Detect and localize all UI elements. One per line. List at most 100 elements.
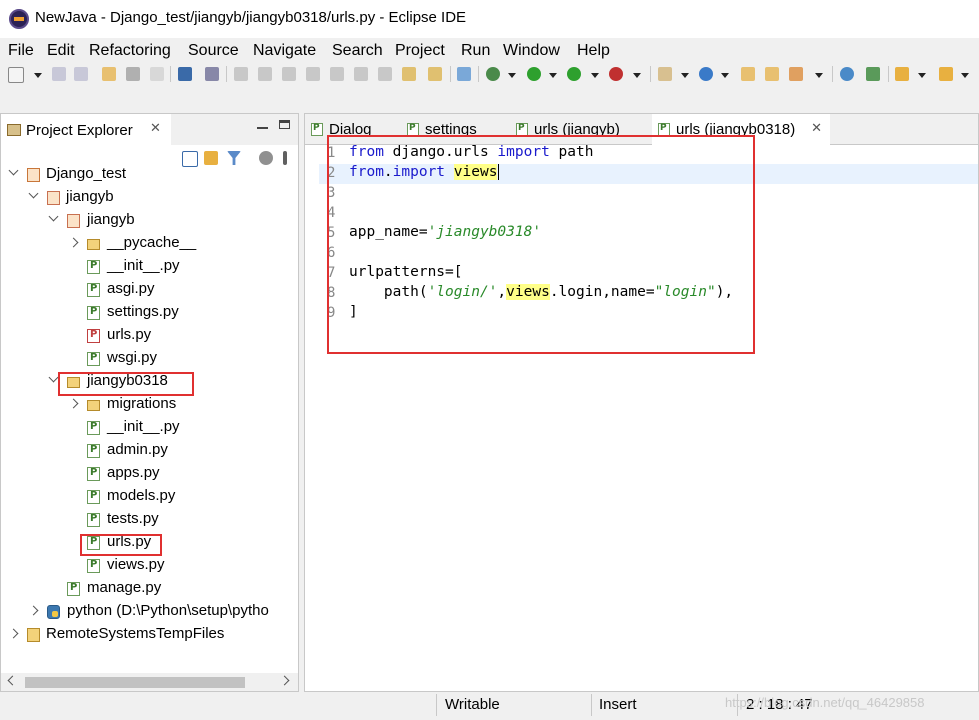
- watermark: https://blog.csdn.net/qq_46429858: [725, 695, 925, 710]
- new-project-icon[interactable]: [658, 67, 672, 81]
- tree-item[interactable]: settings.py: [1, 302, 298, 324]
- new-package-icon[interactable]: [699, 67, 713, 81]
- chevron-right-icon[interactable]: [68, 237, 79, 248]
- chevron-right-icon[interactable]: [8, 628, 19, 639]
- console-icon[interactable]: [178, 67, 192, 81]
- chevron-down-icon[interactable]: [28, 188, 39, 199]
- chevron-down-icon[interactable]: [918, 73, 926, 78]
- python-file-icon: [311, 123, 323, 136]
- chevron-down-icon[interactable]: [961, 73, 969, 78]
- external-tools-icon[interactable]: [609, 67, 623, 81]
- tree-item[interactable]: admin.py: [1, 440, 298, 462]
- tree-item[interactable]: asgi.py: [1, 279, 298, 301]
- tree-item[interactable]: jiangyb: [1, 210, 298, 232]
- chevron-down-icon[interactable]: [508, 73, 516, 78]
- close-icon[interactable]: ✕: [811, 121, 822, 136]
- chevron-down-icon[interactable]: [591, 73, 599, 78]
- chevron-down-icon[interactable]: [633, 73, 641, 78]
- debug-icon[interactable]: [486, 67, 500, 81]
- save-icon[interactable]: [52, 67, 66, 81]
- tree-item[interactable]: urls.py: [1, 325, 298, 347]
- chevron-down-icon[interactable]: [34, 73, 42, 78]
- chevron-down-icon[interactable]: [48, 372, 59, 383]
- horizontal-scrollbar[interactable]: [1, 673, 298, 691]
- maximize-icon[interactable]: [279, 120, 290, 129]
- tree-item[interactable]: models.py: [1, 486, 298, 508]
- menu-refactoring[interactable]: Refactoring: [89, 42, 171, 60]
- chevron-down-icon[interactable]: [815, 73, 823, 78]
- new-icon[interactable]: [8, 67, 24, 83]
- globe-icon[interactable]: [840, 67, 854, 81]
- python-file-icon: [87, 444, 100, 458]
- terminate-icon[interactable]: [282, 67, 296, 81]
- close-icon[interactable]: ✕: [150, 121, 161, 136]
- previous-annotation-icon[interactable]: [939, 67, 953, 81]
- tree-item[interactable]: python (D:\Python\setup\pytho: [1, 601, 298, 623]
- tree-item[interactable]: migrations: [1, 394, 298, 416]
- menu-search[interactable]: Search: [332, 42, 383, 60]
- open-file-icon[interactable]: [765, 67, 779, 81]
- toggle-comment-icon[interactable]: [126, 67, 140, 81]
- chevron-down-icon[interactable]: [721, 73, 729, 78]
- step-return-icon[interactable]: [378, 67, 392, 81]
- tab-project-explorer[interactable]: Project Explorer ✕: [1, 114, 171, 147]
- use-step-filters-icon[interactable]: [428, 67, 442, 81]
- tree-item[interactable]: manage.py: [1, 578, 298, 600]
- chevron-down-icon[interactable]: [48, 211, 59, 222]
- chevron-down-icon[interactable]: [681, 73, 689, 78]
- new-folder-icon[interactable]: [457, 67, 471, 81]
- coverage-icon[interactable]: [567, 67, 581, 81]
- tree-item[interactable]: jiangyb: [1, 187, 298, 209]
- package-icon: [67, 214, 80, 228]
- folder-icon: [87, 400, 100, 411]
- step-over-icon[interactable]: [354, 67, 368, 81]
- chevron-right-icon[interactable]: [68, 398, 79, 409]
- tree-item[interactable]: __init__.py: [1, 256, 298, 278]
- scroll-left-icon[interactable]: [7, 675, 18, 686]
- menu-run[interactable]: Run: [461, 42, 490, 60]
- tree-item[interactable]: RemoteSystemsTempFiles: [1, 624, 298, 646]
- tree-item[interactable]: views.py: [1, 555, 298, 577]
- tab-label: Project Explorer: [26, 122, 133, 139]
- filter-icon[interactable]: [227, 151, 241, 165]
- view-menu-icon[interactable]: [259, 151, 273, 165]
- menu-file[interactable]: File: [8, 42, 34, 60]
- menu-help[interactable]: Help: [577, 42, 610, 60]
- tree-item[interactable]: apps.py: [1, 463, 298, 485]
- show-whitespace-icon[interactable]: [150, 67, 164, 81]
- resume-icon[interactable]: [234, 67, 248, 81]
- tree-item[interactable]: wsgi.py: [1, 348, 298, 370]
- tree-item[interactable]: __init__.py: [1, 417, 298, 439]
- save-all-icon[interactable]: [74, 67, 88, 81]
- scrollbar-thumb[interactable]: [25, 677, 245, 688]
- menu-window[interactable]: Window: [503, 42, 560, 60]
- project-explorer-panel: Project Explorer ✕ Django_test jiangyb j…: [0, 113, 299, 692]
- minimize-icon[interactable]: [257, 120, 268, 129]
- tree-item[interactable]: Django_test: [1, 164, 298, 186]
- chevron-right-icon[interactable]: [28, 605, 39, 616]
- tree-item[interactable]: tests.py: [1, 509, 298, 531]
- suspend-icon[interactable]: [258, 67, 272, 81]
- open-type-icon[interactable]: [102, 67, 116, 81]
- step-into-icon[interactable]: [330, 67, 344, 81]
- menu-navigate[interactable]: Navigate: [253, 42, 316, 60]
- chevron-down-icon[interactable]: [8, 165, 19, 176]
- annotation-icon[interactable]: [866, 67, 880, 81]
- menu-project[interactable]: Project: [395, 42, 445, 60]
- next-annotation-icon[interactable]: [895, 67, 909, 81]
- drop-frame-icon[interactable]: [402, 67, 416, 81]
- scroll-right-icon[interactable]: [279, 675, 290, 686]
- menu-source[interactable]: Source: [188, 42, 239, 60]
- folder-icon: [27, 628, 40, 642]
- rocket-icon[interactable]: [789, 67, 803, 81]
- disconnect-icon[interactable]: [306, 67, 320, 81]
- tree-item[interactable]: __pycache__: [1, 233, 298, 255]
- more-icon[interactable]: [283, 151, 287, 165]
- menu-edit[interactable]: Edit: [47, 42, 75, 60]
- link-with-editor-icon[interactable]: [204, 151, 218, 165]
- run-icon[interactable]: [527, 67, 541, 81]
- open-folder-icon[interactable]: [741, 67, 755, 81]
- debug-skip-icon[interactable]: [205, 67, 219, 81]
- python-file-icon: [87, 559, 100, 573]
- chevron-down-icon[interactable]: [549, 73, 557, 78]
